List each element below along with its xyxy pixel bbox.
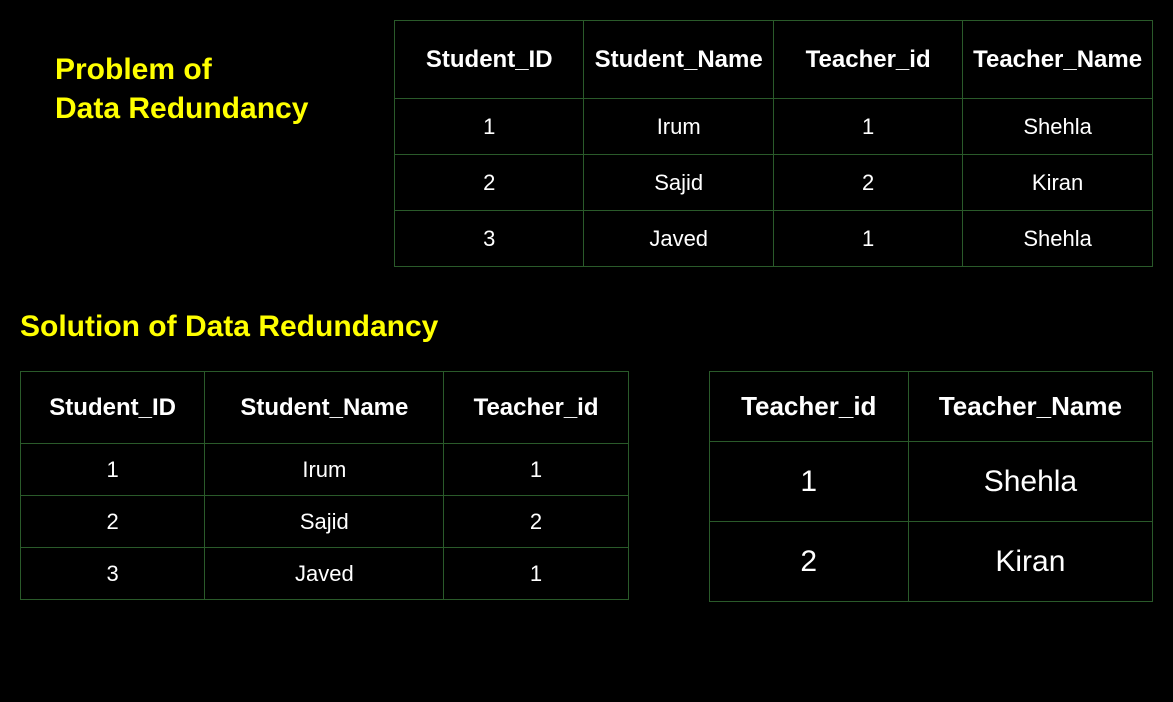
teachers-table: Teacher_id Teacher_Name 1 Shehla 2 Kiran: [709, 371, 1153, 602]
problem-heading-line1: Problem of: [55, 50, 364, 89]
cell-teacher-id: 1: [709, 442, 908, 522]
cell-student-id: 1: [395, 99, 584, 155]
problem-header-teacher-id: Teacher_id: [774, 21, 963, 99]
teachers-header-teacher-id: Teacher_id: [709, 372, 908, 442]
table-row: 1 Shehla: [709, 442, 1152, 522]
cell-teacher-id: 1: [444, 444, 628, 496]
solution-section: Student_ID Student_Name Teacher_id 1 Iru…: [20, 371, 1153, 602]
cell-teacher-id: 1: [774, 99, 963, 155]
cell-teacher-name: Kiran: [908, 522, 1152, 602]
cell-teacher-id: 2: [774, 155, 963, 211]
cell-student-name: Irum: [205, 444, 444, 496]
cell-teacher-id: 1: [444, 548, 628, 600]
students-header-teacher-id: Teacher_id: [444, 372, 628, 444]
problem-header-student-id: Student_ID: [395, 21, 584, 99]
cell-teacher-name: Shehla: [963, 99, 1153, 155]
table-header-row: Teacher_id Teacher_Name: [709, 372, 1152, 442]
table-row: 2 Kiran: [709, 522, 1152, 602]
cell-student-name: Irum: [584, 99, 774, 155]
teachers-header-teacher-name: Teacher_Name: [908, 372, 1152, 442]
cell-teacher-id: 2: [709, 522, 908, 602]
cell-student-id: 3: [21, 548, 205, 600]
cell-student-id: 2: [395, 155, 584, 211]
cell-teacher-name: Kiran: [963, 155, 1153, 211]
students-table: Student_ID Student_Name Teacher_id 1 Iru…: [20, 371, 629, 600]
table-header-row: Student_ID Student_Name Teacher_id: [21, 372, 629, 444]
problem-heading: Problem of Data Redundancy: [55, 50, 364, 128]
cell-student-name: Javed: [205, 548, 444, 600]
cell-student-name: Sajid: [205, 496, 444, 548]
cell-student-name: Sajid: [584, 155, 774, 211]
problem-heading-line2: Data Redundancy: [55, 89, 364, 128]
cell-teacher-id: 2: [444, 496, 628, 548]
problem-header-student-name: Student_Name: [584, 21, 774, 99]
students-header-student-id: Student_ID: [21, 372, 205, 444]
problem-header-teacher-name: Teacher_Name: [963, 21, 1153, 99]
table-header-row: Student_ID Student_Name Teacher_id Teach…: [395, 21, 1153, 99]
cell-teacher-id: 1: [774, 211, 963, 267]
students-header-student-name: Student_Name: [205, 372, 444, 444]
table-row: 2 Sajid 2 Kiran: [395, 155, 1153, 211]
cell-student-id: 3: [395, 211, 584, 267]
problem-section: Problem of Data Redundancy Student_ID St…: [20, 20, 1153, 267]
cell-student-id: 1: [21, 444, 205, 496]
problem-table: Student_ID Student_Name Teacher_id Teach…: [394, 20, 1153, 267]
cell-teacher-name: Shehla: [963, 211, 1153, 267]
table-row: 3 Javed 1 Shehla: [395, 211, 1153, 267]
table-row: 1 Irum 1 Shehla: [395, 99, 1153, 155]
cell-student-id: 2: [21, 496, 205, 548]
cell-teacher-name: Shehla: [908, 442, 1152, 522]
table-row: 3 Javed 1: [21, 548, 629, 600]
table-row: 1 Irum 1: [21, 444, 629, 496]
table-row: 2 Sajid 2: [21, 496, 629, 548]
cell-student-name: Javed: [584, 211, 774, 267]
solution-heading: Solution of Data Redundancy: [20, 307, 1153, 346]
